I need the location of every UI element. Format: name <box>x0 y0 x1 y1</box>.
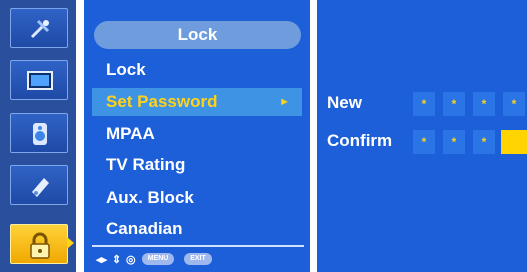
audio-icon <box>33 123 47 145</box>
exit-key-hint: EXIT <box>184 253 212 265</box>
divider <box>310 0 317 272</box>
password-panel: New * * * * Confirm * * * <box>317 0 527 272</box>
menu-title: Lock <box>94 21 301 49</box>
ok-button-icon: ◎ <box>126 254 136 266</box>
menu-item-canadian[interactable]: Canadian <box>92 215 302 243</box>
menu-item-lock[interactable]: Lock <box>92 56 302 84</box>
active-category-arrow-icon <box>67 237 74 249</box>
up-down-arrows-icon: ⇕ <box>112 254 122 266</box>
menu-item-label: Lock <box>106 60 146 79</box>
menu-item-set-password[interactable]: Set Password ► <box>92 88 302 116</box>
menu-item-label: Aux. Block <box>106 188 194 207</box>
menu-item-mpaa[interactable]: MPAA <box>92 120 302 148</box>
picture-icon <box>27 71 53 90</box>
category-tile-settings[interactable] <box>10 165 68 205</box>
antenna-icon <box>30 19 50 39</box>
confirm-password-cursor[interactable] <box>501 130 527 154</box>
new-password-digit-4[interactable]: * <box>503 92 525 116</box>
lock-icon <box>30 232 50 259</box>
menu-item-label: MPAA <box>106 124 155 143</box>
menu-key-hint: MENU <box>142 253 174 265</box>
category-tile-antenna[interactable] <box>10 8 68 48</box>
confirm-password-label: Confirm <box>327 131 393 150</box>
menu-item-tv-rating[interactable]: TV Rating <box>92 151 302 179</box>
new-password-label: New <box>327 93 362 112</box>
menu-item-label: TV Rating <box>106 155 186 174</box>
left-right-arrows-icon: ◂▸ <box>96 254 108 266</box>
new-password-digit-3[interactable]: * <box>473 92 495 116</box>
category-tile-picture[interactable] <box>10 60 68 100</box>
menu-item-label: Set Password <box>106 92 218 111</box>
confirm-password-digit-1[interactable]: * <box>413 130 435 154</box>
divider <box>78 0 82 272</box>
new-password-digit-1[interactable]: * <box>413 92 435 116</box>
settings-icon <box>32 178 49 197</box>
lock-menu-panel: Lock Lock Set Password ► MPAA TV Rating … <box>84 0 310 272</box>
confirm-password-digit-2[interactable]: * <box>443 130 465 154</box>
category-icon-column <box>0 0 76 272</box>
new-password-digit-2[interactable]: * <box>443 92 465 116</box>
submenu-arrow-icon: ► <box>279 96 290 108</box>
menu-item-aux-block[interactable]: Aux. Block <box>92 184 302 212</box>
category-tile-lock[interactable] <box>10 224 74 264</box>
menu-item-label: Canadian <box>106 219 183 238</box>
category-tile-audio[interactable] <box>10 113 68 153</box>
confirm-password-digit-3[interactable]: * <box>473 130 495 154</box>
menu-divider <box>92 245 304 247</box>
